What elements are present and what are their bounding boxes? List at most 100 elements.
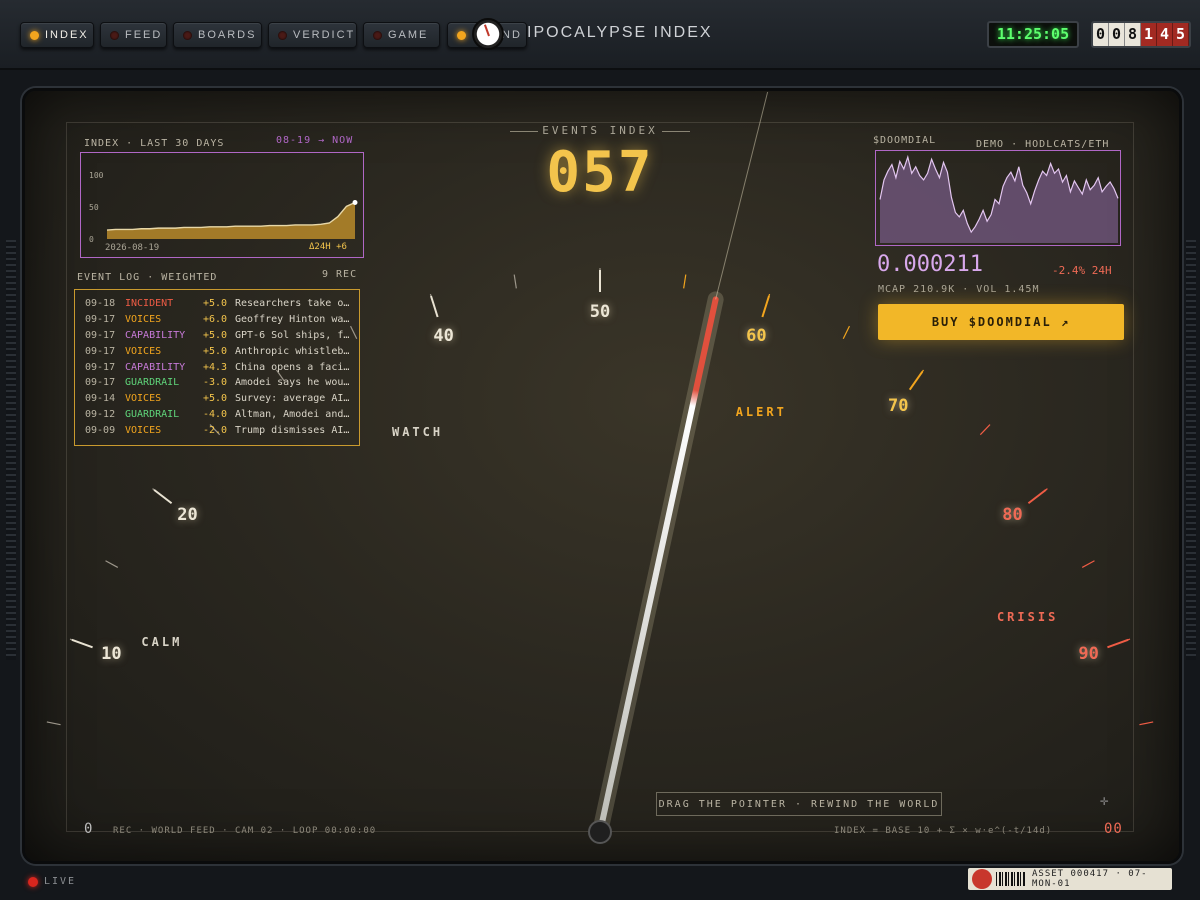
index-chart: 100 50 0 2026-08-19 Δ24H +6 xyxy=(80,152,364,258)
chart-start-date: 2026-08-19 xyxy=(105,243,160,253)
event-category: GUARDRAIL xyxy=(125,377,180,389)
event-log-row[interactable]: 09-09 VOICES -2.0 Trump dismisses AI… xyxy=(85,422,359,438)
nav-button-verdict[interactable]: VERDICT xyxy=(268,22,357,48)
events-index-label: EVENTS INDEX xyxy=(500,124,700,137)
nav-button-boards[interactable]: BOARDS xyxy=(173,22,262,48)
gauge-number: 80 xyxy=(1002,505,1023,526)
led-indicator xyxy=(183,31,192,40)
event-delta: +5.0 xyxy=(203,298,228,310)
event-delta: -4.0 xyxy=(203,408,228,420)
token-chart xyxy=(875,150,1121,246)
event-log-row[interactable]: 09-17 VOICES +6.0 Geoffrey Hinton wa… xyxy=(85,312,359,328)
counter-digit: 0 xyxy=(1093,23,1109,46)
zone-label: CALM xyxy=(141,635,183,650)
led-indicator xyxy=(373,31,382,40)
footer-formula: INDEX = BASE 10 + Σ × w·e^(-t/14d) xyxy=(834,826,1053,836)
event-date: 09-17 xyxy=(85,377,116,389)
token-subtitle: DEMO · HODLCATS/ETH xyxy=(976,139,1110,150)
stamp-icon xyxy=(972,869,992,889)
y-tick-label: 50 xyxy=(89,203,99,212)
event-delta: +4.3 xyxy=(203,361,228,373)
event-text: Amodei says he wou… xyxy=(235,377,350,389)
event-log-row[interactable]: 09-14 VOICES +5.0 Survey: average AI… xyxy=(85,391,359,407)
event-text: Trump dismisses AI… xyxy=(235,424,350,436)
gauge-number: 90 xyxy=(1078,644,1099,665)
event-date: 09-17 xyxy=(85,329,116,341)
led-indicator xyxy=(30,31,39,40)
token-price: 0.000211 xyxy=(877,252,983,277)
right-rail xyxy=(1186,240,1196,660)
event-date: 09-12 xyxy=(85,408,116,420)
event-log-row[interactable]: 09-17 CAPABILITY +5.0 GPT-6 Sol ships, f… xyxy=(85,328,359,344)
top-bar: INDEX FEED BOARDS VERDICT GAME ND IPOCAL… xyxy=(0,0,1200,70)
nav-label: VERDICT xyxy=(293,29,356,41)
event-delta: +5.0 xyxy=(203,393,228,405)
gauge-number: 70 xyxy=(888,396,909,417)
counter-digit: 8 xyxy=(1125,23,1141,46)
footer-min-label: 0 xyxy=(84,821,94,837)
counter-digit: 5 xyxy=(1173,23,1189,46)
asset-tag: ASSET 000417 · 07-MON-01 xyxy=(968,868,1172,890)
event-log-row[interactable]: 09-17 VOICES +5.0 Anthropic whistleb… xyxy=(85,343,359,359)
crosshair-icon: ✛ xyxy=(1100,793,1109,809)
event-date: 09-18 xyxy=(85,298,116,310)
index-last-point xyxy=(352,200,358,206)
led-indicator xyxy=(278,31,287,40)
event-category: VOICES xyxy=(125,393,162,405)
led-indicator xyxy=(457,31,466,40)
asset-label: ASSET 000417 · 07-MON-01 xyxy=(1032,869,1148,889)
event-log-row[interactable]: 09-17 CAPABILITY +4.3 China opens a faci… xyxy=(85,359,359,375)
zone-label: CRISIS xyxy=(996,610,1059,625)
nav-button-index[interactable]: INDEX xyxy=(20,22,94,48)
gauge-number: 50 xyxy=(589,302,611,322)
event-date: 09-09 xyxy=(85,424,116,436)
event-category: INCIDENT xyxy=(125,298,174,310)
nav-button-game[interactable]: GAME xyxy=(363,22,440,48)
gauge-number: 40 xyxy=(433,326,454,347)
token-title: $DOOMDIAL xyxy=(873,135,937,146)
left-rail xyxy=(6,240,16,660)
event-log-row[interactable]: 09-12 GUARDRAIL -4.0 Altman, Amodei and… xyxy=(85,407,359,423)
nav-label: BOARDS xyxy=(198,29,257,41)
event-date: 09-17 xyxy=(85,361,116,373)
index-area xyxy=(107,202,355,239)
event-log-row[interactable]: 09-18 INCIDENT +5.0 Researchers take o… xyxy=(85,296,359,312)
live-indicator: LIVE xyxy=(28,876,76,887)
index-chart-title: INDEX · LAST 30 DAYS xyxy=(84,138,225,149)
gauge-number: 10 xyxy=(101,644,122,665)
counter-digit: 4 xyxy=(1157,23,1173,46)
event-delta: +5.0 xyxy=(203,329,228,341)
event-date: 09-17 xyxy=(85,345,116,357)
event-log-list: 09-18 INCIDENT +5.0 Researchers take o… 09-1… xyxy=(74,289,360,446)
y-tick-label: 100 xyxy=(89,171,104,180)
event-text: Geoffrey Hinton wa… xyxy=(235,314,350,326)
index-chart-range: 08-19 → NOW xyxy=(276,135,354,146)
event-log-title: EVENT LOG · WEIGHTED xyxy=(77,272,218,283)
digital-clock: 11:25:05 xyxy=(987,21,1079,48)
drag-hint: DRAG THE POINTER · REWIND THE WORLD xyxy=(656,792,942,816)
footer-feed-info: REC · WORLD FEED · CAM 02 · LOOP 00:00:0… xyxy=(113,826,377,836)
odometer-counter: 0 0 8 1 4 5 xyxy=(1091,21,1191,48)
event-log-count: 9 REC xyxy=(322,269,358,280)
buy-token-button[interactable]: BUY $DOOMDIAL ↗ xyxy=(878,304,1124,340)
token-stats: MCAP 210.9K · VOL 1.45M xyxy=(878,284,1040,295)
nav-label: ND xyxy=(502,29,522,41)
dial-logo-icon xyxy=(472,18,504,50)
event-delta: +5.0 xyxy=(203,345,228,357)
gauge-number: 60 xyxy=(746,326,767,347)
event-text: Anthropic whistleb… xyxy=(235,345,350,357)
event-text: GPT-6 Sol ships, f… xyxy=(235,329,350,341)
event-delta: -2.0 xyxy=(203,424,228,436)
pointer-pivot[interactable] xyxy=(588,820,612,844)
footer-max-label: 00 xyxy=(1104,821,1123,837)
token-area xyxy=(880,157,1118,243)
nav-button-feed[interactable]: FEED xyxy=(100,22,167,48)
event-date: 09-14 xyxy=(85,393,116,405)
event-log-row[interactable]: 09-17 GUARDRAIL -3.0 Amodei says he wou… xyxy=(85,375,359,391)
event-delta: -3.0 xyxy=(203,377,228,389)
event-text: Researchers take o… xyxy=(235,298,350,310)
event-category: GUARDRAIL xyxy=(125,408,180,420)
event-text: China opens a faci… xyxy=(235,361,350,373)
event-category: VOICES xyxy=(125,424,162,436)
chart-delta: Δ24H +6 xyxy=(309,242,347,252)
